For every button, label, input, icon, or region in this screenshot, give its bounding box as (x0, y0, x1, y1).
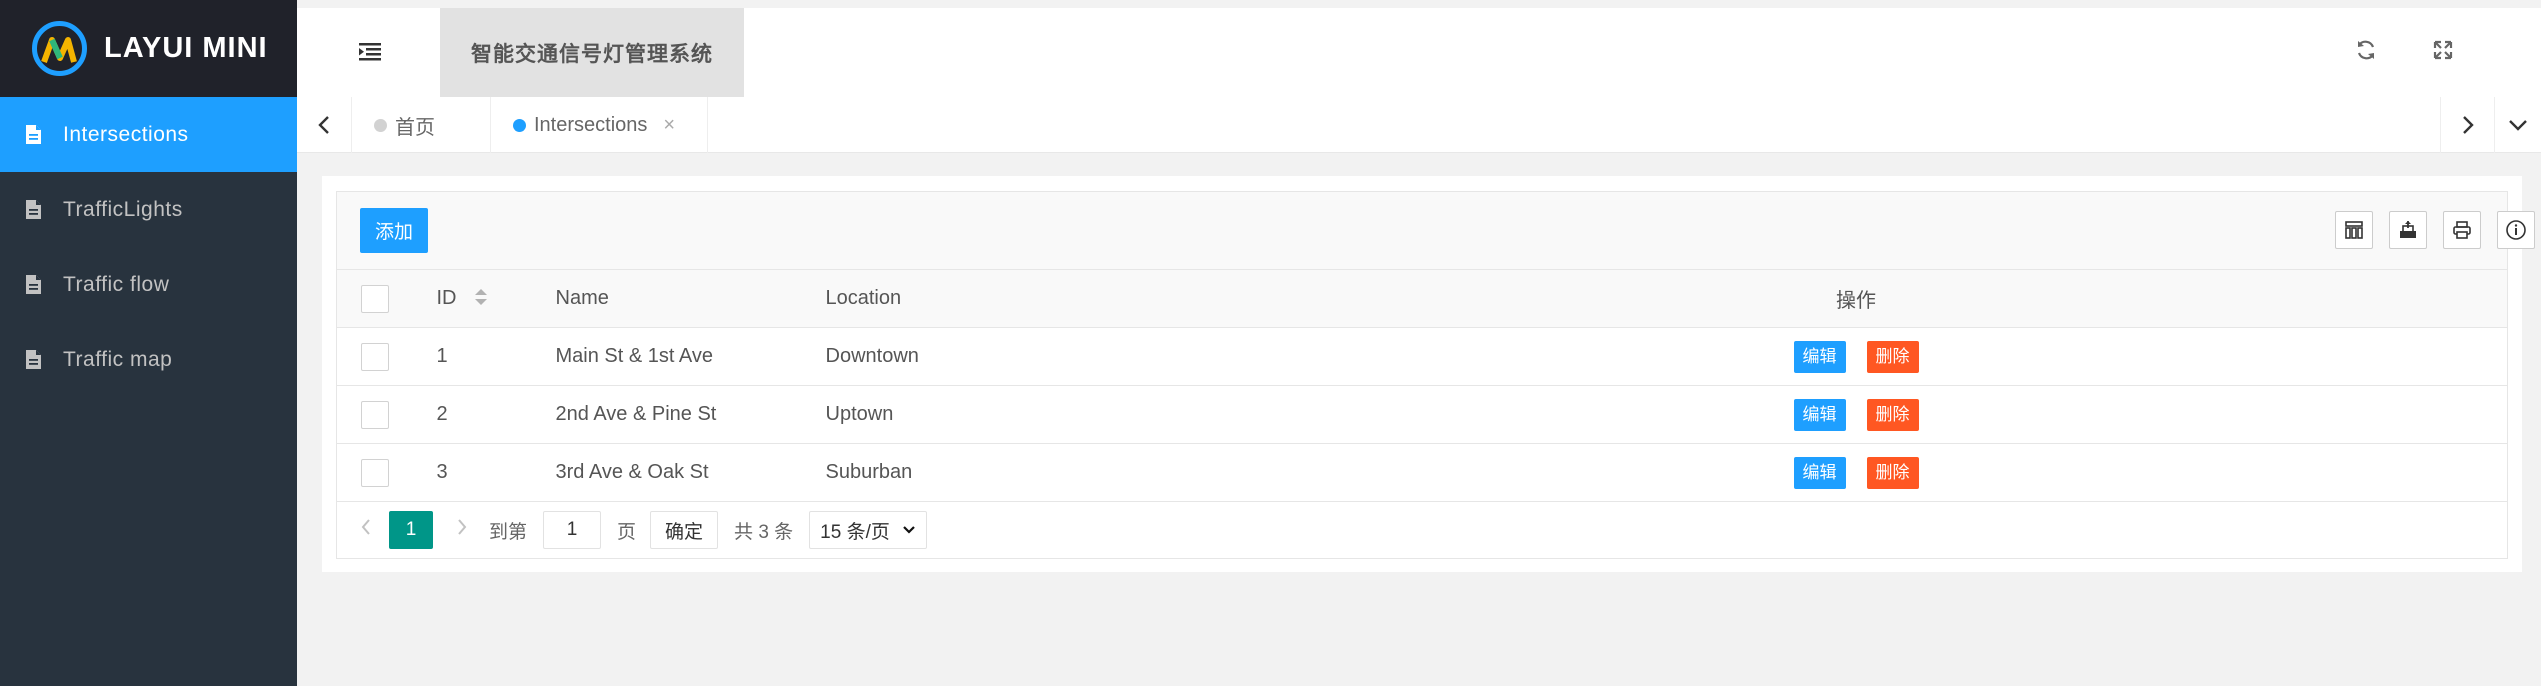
header-actions: 操作 (1729, 269, 1983, 328)
cell-location: Suburban (799, 443, 1730, 502)
tab-dot-icon (374, 118, 387, 132)
header-spacer (1982, 269, 2508, 328)
header-select-all[interactable] (336, 269, 411, 328)
content-card: 添加 ID Name Location 操作 1 Main St & 1st A… (322, 176, 2535, 572)
file-icon (26, 200, 41, 219)
checkbox[interactable] (361, 400, 389, 429)
header-name: Name (529, 269, 800, 328)
tab-label: 首页 (395, 116, 435, 139)
page-unit-label: 页 (617, 521, 637, 543)
tab-label: Intersections (534, 113, 648, 136)
checkbox[interactable] (361, 342, 389, 371)
print-icon[interactable] (2443, 211, 2481, 249)
cell-actions: 编辑 删除 (1729, 385, 1983, 444)
logo[interactable]: LAYUI MINI (0, 0, 297, 97)
goto-label: 到第 (489, 521, 528, 543)
goto-page-input[interactable] (543, 511, 602, 549)
sidebar: LAYUI MINI Intersections TrafficLights T… (0, 0, 297, 686)
fullscreen-icon[interactable] (2432, 39, 2454, 61)
checkbox[interactable] (361, 458, 389, 487)
info-icon[interactable] (2497, 211, 2535, 249)
table-row: 3 3rd Ave & Oak St Suburban 编辑 删除 (336, 443, 2508, 502)
page-size-select[interactable]: 15 条/页 (809, 511, 928, 549)
logo-text: LAYUI MINI (104, 32, 268, 64)
cell-name: 3rd Ave & Oak St (529, 443, 800, 502)
sidebar-item-trafficlights[interactable]: TrafficLights (0, 172, 297, 247)
delete-button[interactable]: 删除 (1866, 456, 1919, 489)
menu-fold-icon[interactable] (359, 42, 381, 62)
sort-icon[interactable] (474, 287, 488, 307)
header-location: Location (799, 269, 1730, 328)
chevron-left-icon (318, 116, 329, 134)
file-icon (26, 125, 41, 144)
next-page-button[interactable] (447, 518, 477, 542)
close-icon[interactable]: × (663, 114, 675, 137)
cell-location: Downtown (799, 327, 1730, 386)
pagination: 1 到第 页 确定 共 3 条 15 条/页 (336, 502, 2508, 559)
edit-button[interactable]: 编辑 (1793, 398, 1846, 431)
column-header: Name (555, 287, 609, 309)
delete-button[interactable]: 删除 (1866, 398, 1919, 431)
sidebar-item-label: TrafficLights (63, 197, 183, 221)
cell-id: 1 (410, 327, 530, 386)
cell-actions: 编辑 删除 (1729, 443, 1983, 502)
tab-scroll-left-button[interactable] (297, 97, 352, 153)
cell-name: Main St & 1st Ave (529, 327, 800, 386)
page-size-value: 15 条/页 (820, 521, 890, 543)
total-count: 共 3 条 (734, 521, 794, 543)
tab-home[interactable]: 首页 (352, 97, 491, 153)
sidebar-item-label: Traffic map (63, 347, 173, 371)
tab-bar: 首页 Intersections × (297, 97, 2541, 153)
cell-location: Uptown (799, 385, 1730, 444)
column-header: ID (436, 287, 457, 309)
cell-name: 2nd Ave & Pine St (529, 385, 800, 444)
table-toolbar: 添加 (336, 191, 2535, 269)
cell-actions: 编辑 删除 (1729, 327, 1983, 386)
sidebar-item-traffic-map[interactable]: Traffic map (0, 322, 297, 397)
cell-id: 2 (410, 385, 530, 444)
edit-button[interactable]: 编辑 (1793, 456, 1846, 489)
chevron-right-icon (2462, 116, 2474, 134)
sidebar-item-traffic-flow[interactable]: Traffic flow (0, 247, 297, 322)
page-number-current[interactable]: 1 (389, 511, 433, 549)
sidebar-item-label: Traffic flow (63, 272, 170, 296)
edit-button[interactable]: 编辑 (1793, 340, 1846, 373)
sidebar-item-intersections[interactable]: Intersections (0, 97, 297, 172)
chevron-down-icon (903, 526, 915, 534)
file-icon (26, 350, 41, 369)
tab-dot-icon (513, 118, 526, 132)
table-row: 2 2nd Ave & Pine St Uptown 编辑 删除 (336, 385, 2508, 444)
columns-icon[interactable] (2335, 211, 2373, 249)
table-row: 1 Main St & 1st Ave Downtown 编辑 删除 (336, 327, 2508, 386)
tab-dropdown-button[interactable] (2495, 97, 2541, 153)
header-id[interactable]: ID (410, 269, 530, 328)
top-header: 智能交通信号灯管理系统 (297, 8, 2541, 97)
prev-page-button[interactable] (351, 518, 381, 542)
sidebar-item-label: Intersections (63, 122, 189, 146)
tab-intersections[interactable]: Intersections × (491, 97, 708, 153)
intersections-table: ID Name Location 操作 1 Main St & 1st Ave … (336, 269, 2508, 502)
goto-confirm-button[interactable]: 确定 (650, 511, 719, 549)
chevron-left-icon (361, 519, 370, 535)
table-header-row: ID Name Location 操作 (336, 269, 2508, 328)
chevron-down-icon (2509, 120, 2527, 131)
column-header: Location (825, 287, 902, 309)
delete-button[interactable]: 删除 (1866, 340, 1919, 373)
checkbox[interactable] (361, 284, 389, 313)
chevron-right-icon (458, 519, 467, 535)
file-icon (26, 275, 41, 294)
logo-icon (32, 21, 87, 76)
column-header: 操作 (1836, 290, 1876, 312)
refresh-icon[interactable] (2355, 39, 2377, 61)
tab-scroll-right-button[interactable] (2440, 97, 2495, 153)
add-button[interactable]: 添加 (360, 208, 428, 253)
export-icon[interactable] (2389, 211, 2427, 249)
system-title[interactable]: 智能交通信号灯管理系统 (440, 8, 744, 97)
cell-id: 3 (410, 443, 530, 502)
